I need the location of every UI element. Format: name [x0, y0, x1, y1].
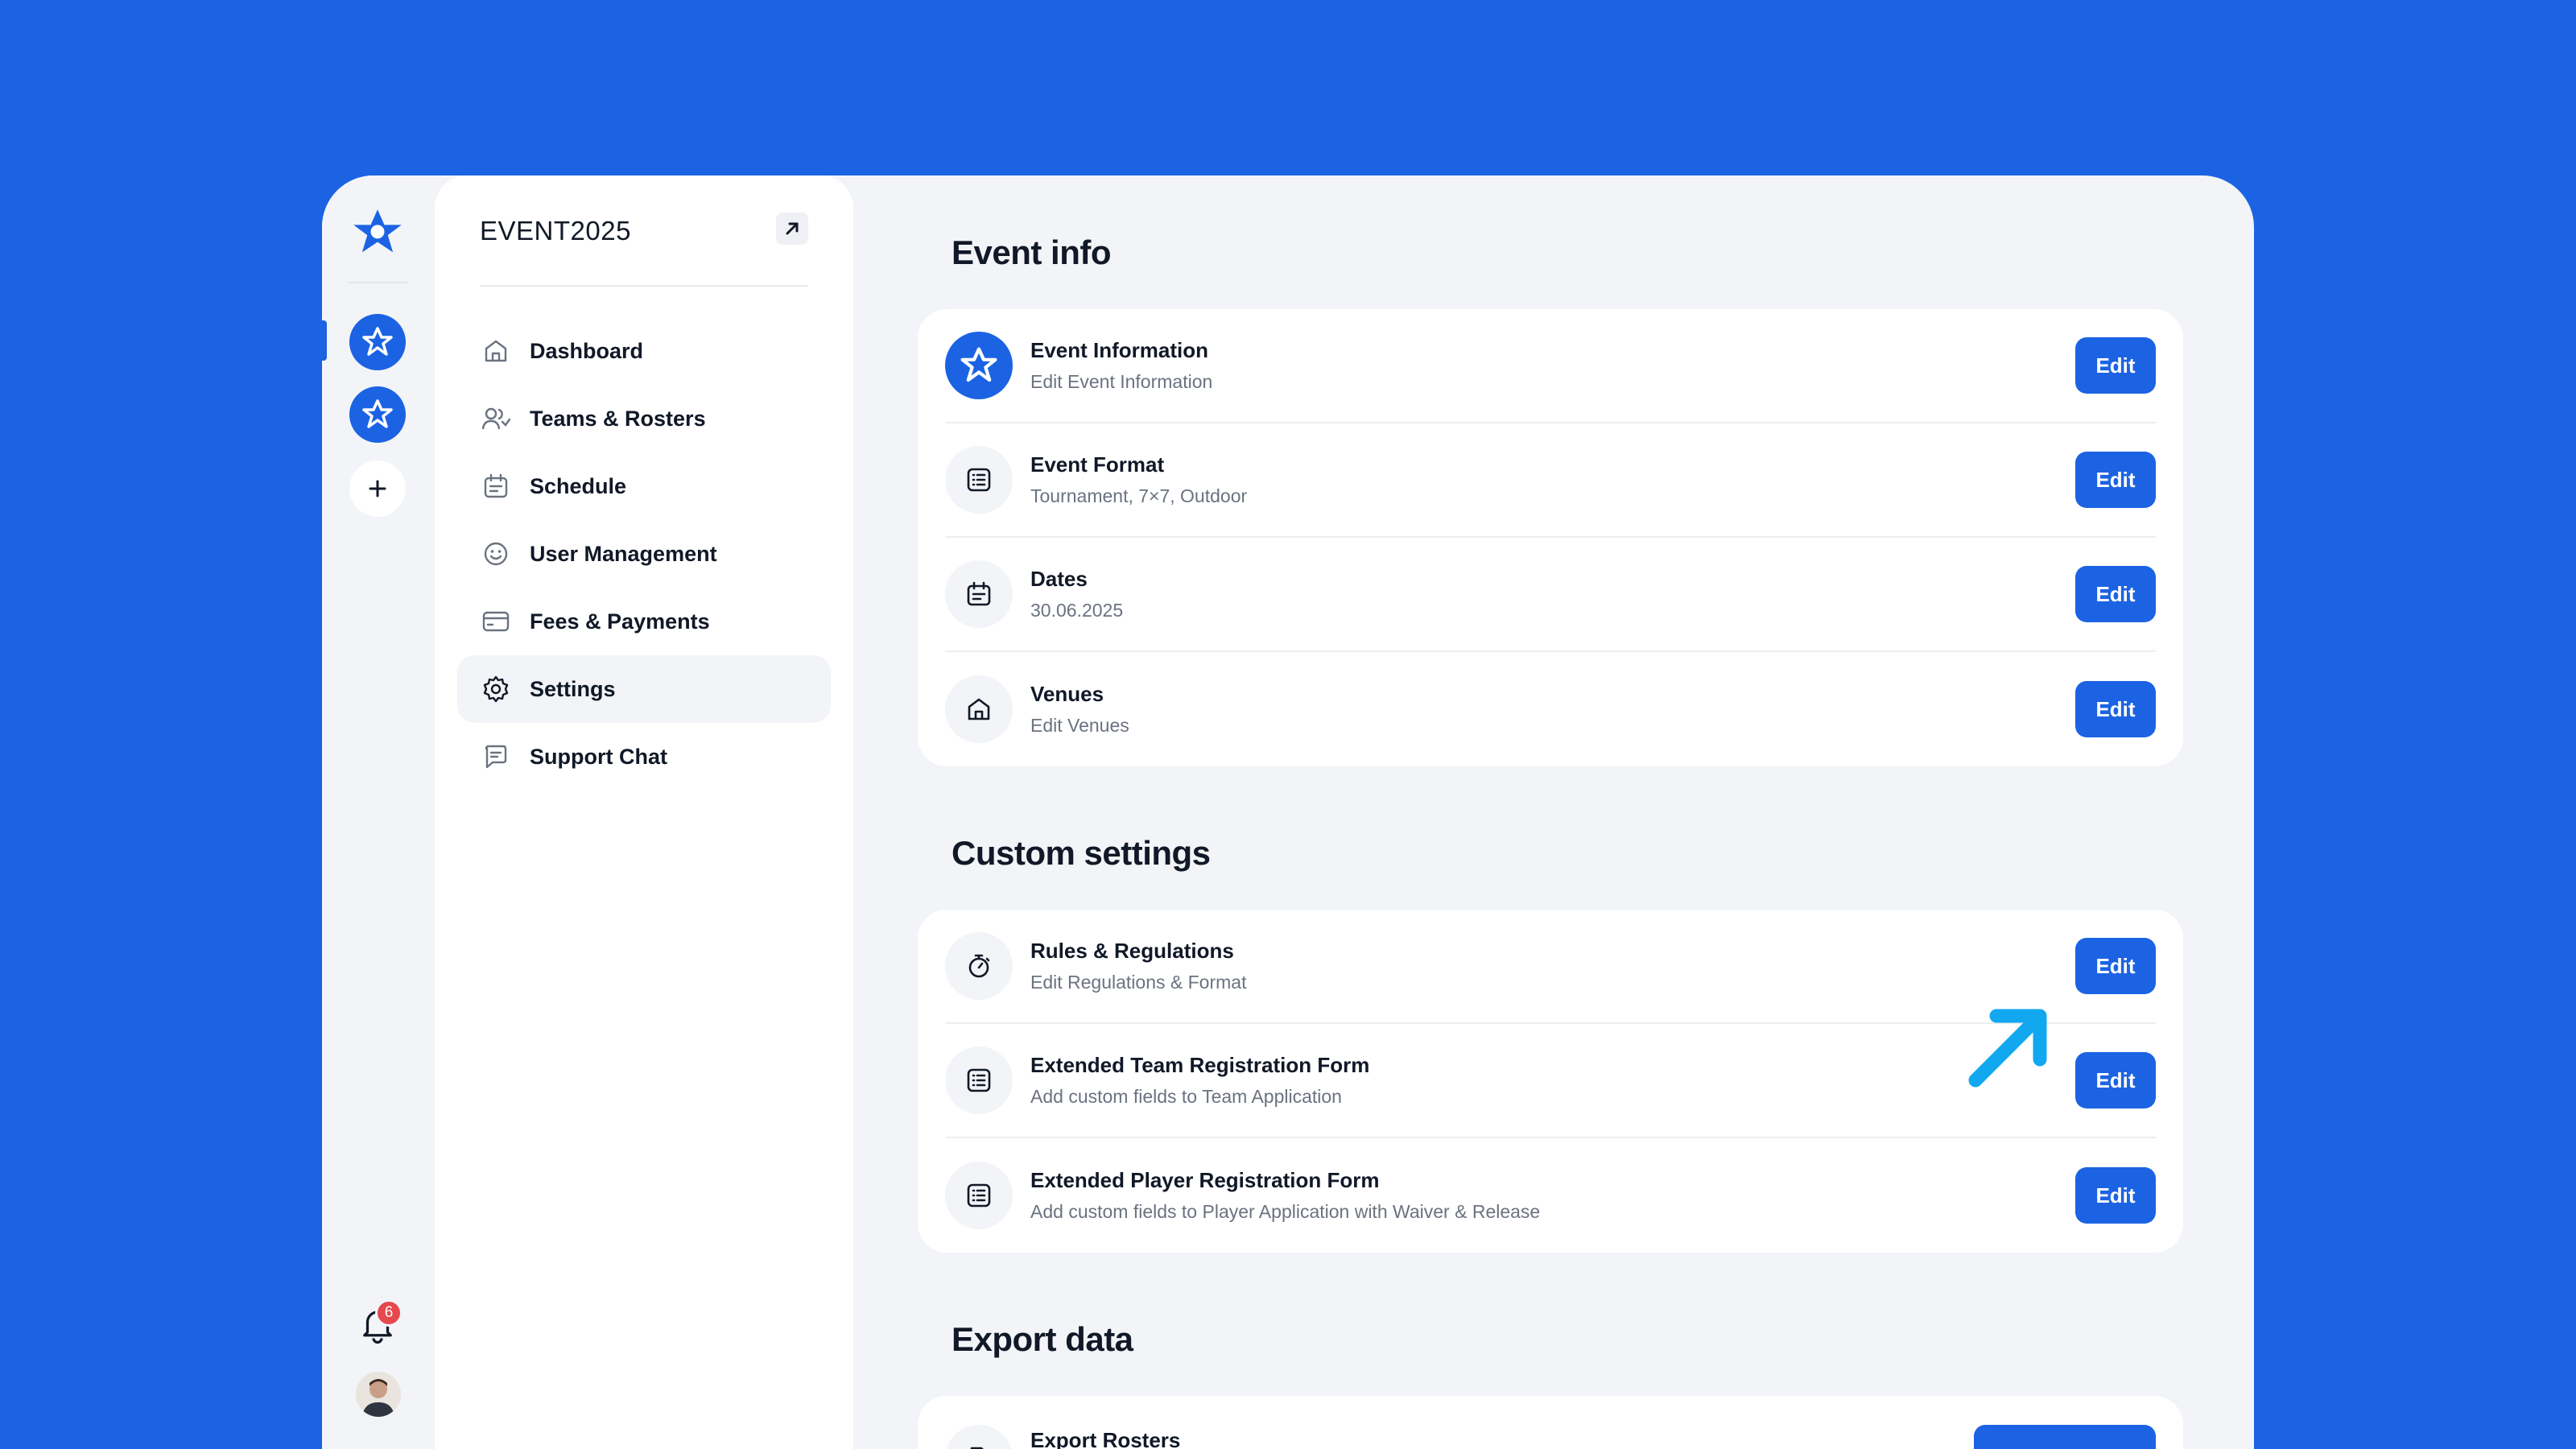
- row-title: Extended Team Registration Form: [1030, 1053, 1370, 1077]
- add-workspace-button[interactable]: [349, 460, 406, 517]
- rail-active-indicator: [322, 320, 327, 361]
- gear-icon: [480, 673, 512, 705]
- credit-card-icon: [480, 605, 512, 638]
- row-subtitle: 30.06.2025: [1030, 600, 1124, 621]
- list-icon: [945, 1162, 1013, 1229]
- stopwatch-icon: [945, 932, 1013, 1000]
- brand-logo-icon[interactable]: [350, 206, 405, 261]
- sidebar-item-label: Support Chat: [530, 744, 667, 769]
- row-title: Venues: [1030, 682, 1104, 706]
- plus-icon: [369, 480, 386, 497]
- event-info-card: Event Information Edit Event Information…: [918, 309, 2183, 766]
- home-icon: [945, 675, 1013, 743]
- settings-row-dates[interactable]: Dates 30.06.2025 Edit: [945, 538, 2156, 652]
- home-icon: [480, 335, 512, 367]
- calendar-icon: [480, 470, 512, 502]
- users-icon: [480, 402, 512, 435]
- section-title-export-data: Export data: [952, 1320, 1133, 1358]
- sidebar-divider: [480, 285, 808, 287]
- sidebar-item-fees-payments[interactable]: Fees & Payments: [457, 588, 831, 655]
- workspace-rail: 6: [322, 175, 433, 1449]
- row-subtitle: Edit Regulations & Format: [1030, 972, 1247, 993]
- sidebar-item-label: Teams & Rosters: [530, 406, 706, 431]
- settings-row-event-information[interactable]: Event Information Edit Event Information…: [945, 309, 2156, 423]
- list-icon: [945, 1046, 1013, 1114]
- arrow-up-right-icon: [786, 222, 799, 235]
- rail-divider: [348, 282, 407, 283]
- edit-dates-button[interactable]: Edit: [2075, 566, 2156, 622]
- row-title: Event Format: [1030, 452, 1165, 477]
- workspace-avatar-1[interactable]: [349, 314, 406, 370]
- main-content: Event info Event Information Edit Event …: [918, 175, 2206, 1449]
- calendar-icon: [945, 560, 1013, 628]
- sidebar-item-label: Schedule: [530, 473, 627, 498]
- row-title: Export Rosters: [1030, 1428, 1181, 1449]
- notification-badge: 6: [375, 1299, 402, 1327]
- event-title: EVENT2025: [480, 216, 631, 246]
- sidebar-item-label: Fees & Payments: [530, 609, 710, 634]
- sidebar-item-dashboard[interactable]: Dashboard: [457, 317, 831, 385]
- list-icon: [945, 446, 1013, 514]
- open-external-button[interactable]: [776, 213, 808, 245]
- event-logo-icon: [362, 399, 393, 428]
- document-icon: [945, 1425, 1013, 1449]
- row-title: Extended Player Registration Form: [1030, 1168, 1380, 1192]
- edit-team-registration-form-button[interactable]: Edit: [2075, 1052, 2156, 1108]
- settings-row-venues[interactable]: Venues Edit Venues Edit: [945, 652, 2156, 766]
- export-rosters-button[interactable]: [1974, 1425, 2156, 1449]
- sidebar-item-user-management[interactable]: User Management: [457, 520, 831, 588]
- sidebar-nav: Dashboard Teams & Rosters Schedule User …: [457, 317, 831, 791]
- workspace-avatar-2[interactable]: [349, 386, 406, 443]
- row-title: Event Information: [1030, 338, 1209, 362]
- row-subtitle: Edit Event Information: [1030, 371, 1213, 392]
- smile-icon: [480, 538, 512, 570]
- row-subtitle: Add custom fields to Player Application …: [1030, 1201, 1541, 1222]
- sidebar-item-label: User Management: [530, 541, 717, 566]
- row-title: Dates: [1030, 567, 1088, 591]
- row-title: Rules & Regulations: [1030, 939, 1234, 963]
- edit-event-format-button[interactable]: Edit: [2075, 452, 2156, 508]
- sidebar-item-settings[interactable]: Settings: [457, 655, 831, 723]
- user-avatar[interactable]: [356, 1372, 401, 1417]
- section-title-event-info: Event info: [952, 233, 1112, 271]
- section-title-custom-settings: Custom settings: [952, 834, 1211, 872]
- settings-row-export-rosters[interactable]: Export Rosters: [945, 1396, 2156, 1449]
- edit-event-information-button[interactable]: Edit: [2075, 337, 2156, 394]
- callout-arrow-icon: [1968, 1009, 2047, 1088]
- settings-row-event-format[interactable]: Event Format Tournament, 7×7, Outdoor Ed…: [945, 423, 2156, 538]
- edit-venues-button[interactable]: Edit: [2075, 681, 2156, 737]
- row-subtitle: Edit Venues: [1030, 715, 1129, 736]
- settings-row-player-registration-form[interactable]: Extended Player Registration Form Add cu…: [945, 1138, 2156, 1253]
- row-subtitle: Add custom fields to Team Application: [1030, 1086, 1342, 1107]
- edit-player-registration-form-button[interactable]: Edit: [2075, 1167, 2156, 1224]
- app-window: 6 EVENT2025 Dashboard Teams & Rosters Sc…: [322, 175, 2254, 1449]
- event-logo-icon: [945, 332, 1013, 399]
- row-subtitle: Tournament, 7×7, Outdoor: [1030, 485, 1248, 506]
- sidebar-item-label: Settings: [530, 676, 616, 701]
- sidebar-item-schedule[interactable]: Schedule: [457, 452, 831, 520]
- event-logo-icon: [362, 327, 393, 356]
- sidebar-item-support-chat[interactable]: Support Chat: [457, 723, 831, 791]
- sidebar-item-label: Dashboard: [530, 338, 644, 363]
- sidebar-item-teams-rosters[interactable]: Teams & Rosters: [457, 385, 831, 452]
- export-data-card: Export Rosters: [918, 1396, 2183, 1449]
- chat-icon: [480, 741, 512, 773]
- sidebar: EVENT2025 Dashboard Teams & Rosters Sche…: [435, 175, 853, 1449]
- edit-rules-regulations-button[interactable]: Edit: [2075, 938, 2156, 994]
